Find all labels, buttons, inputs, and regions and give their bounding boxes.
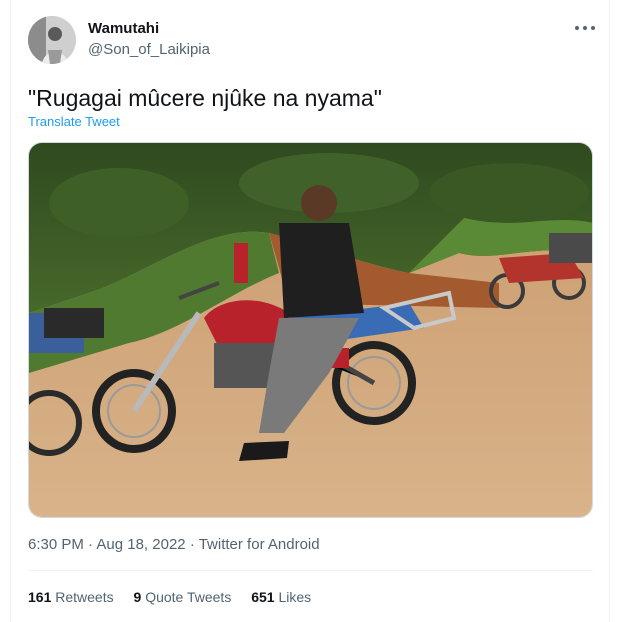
quote-tweets-count: 9 bbox=[133, 589, 142, 605]
divider bbox=[28, 570, 593, 571]
more-horizontal-icon bbox=[583, 26, 587, 30]
more-options-button[interactable] bbox=[573, 18, 597, 38]
avatar[interactable] bbox=[28, 16, 76, 64]
tweet-time[interactable]: 6:30 PM bbox=[28, 536, 84, 553]
likes-stat[interactable]: 651 Likes bbox=[251, 589, 311, 605]
translate-tweet-link[interactable]: Translate Tweet bbox=[28, 114, 120, 129]
more-horizontal-icon bbox=[575, 26, 579, 30]
author-handle[interactable]: @Son_of_Laikipia bbox=[88, 41, 210, 58]
author-display-name[interactable]: Wamutahi bbox=[88, 20, 159, 37]
photo-motorcycle-rider bbox=[29, 143, 592, 517]
retweets-stat[interactable]: 161 Retweets bbox=[28, 589, 114, 605]
quote-tweets-stat[interactable]: 9 Quote Tweets bbox=[134, 589, 232, 605]
meta-separator: · bbox=[189, 536, 195, 553]
quote-tweets-label: Quote Tweets bbox=[145, 589, 232, 605]
retweets-label: Retweets bbox=[55, 589, 114, 605]
tweet-meta: 6:30 PM · Aug 18, 2022 · Twitter for And… bbox=[28, 536, 320, 553]
tweet-date[interactable]: Aug 18, 2022 bbox=[96, 536, 185, 553]
tweet-text: "Rugagai mûcere njûke na nyama" bbox=[28, 85, 382, 111]
more-horizontal-icon bbox=[591, 26, 595, 30]
tweet-photo[interactable] bbox=[28, 142, 593, 518]
meta-separator: · bbox=[88, 536, 94, 553]
avatar-image bbox=[28, 16, 76, 64]
engagement-stats: 161 Retweets 9 Quote Tweets 651 Likes bbox=[28, 589, 327, 605]
likes-count: 651 bbox=[251, 589, 275, 605]
retweets-count: 161 bbox=[28, 589, 52, 605]
likes-label: Likes bbox=[278, 589, 312, 605]
tweet-source[interactable]: Twitter for Android bbox=[199, 536, 320, 553]
